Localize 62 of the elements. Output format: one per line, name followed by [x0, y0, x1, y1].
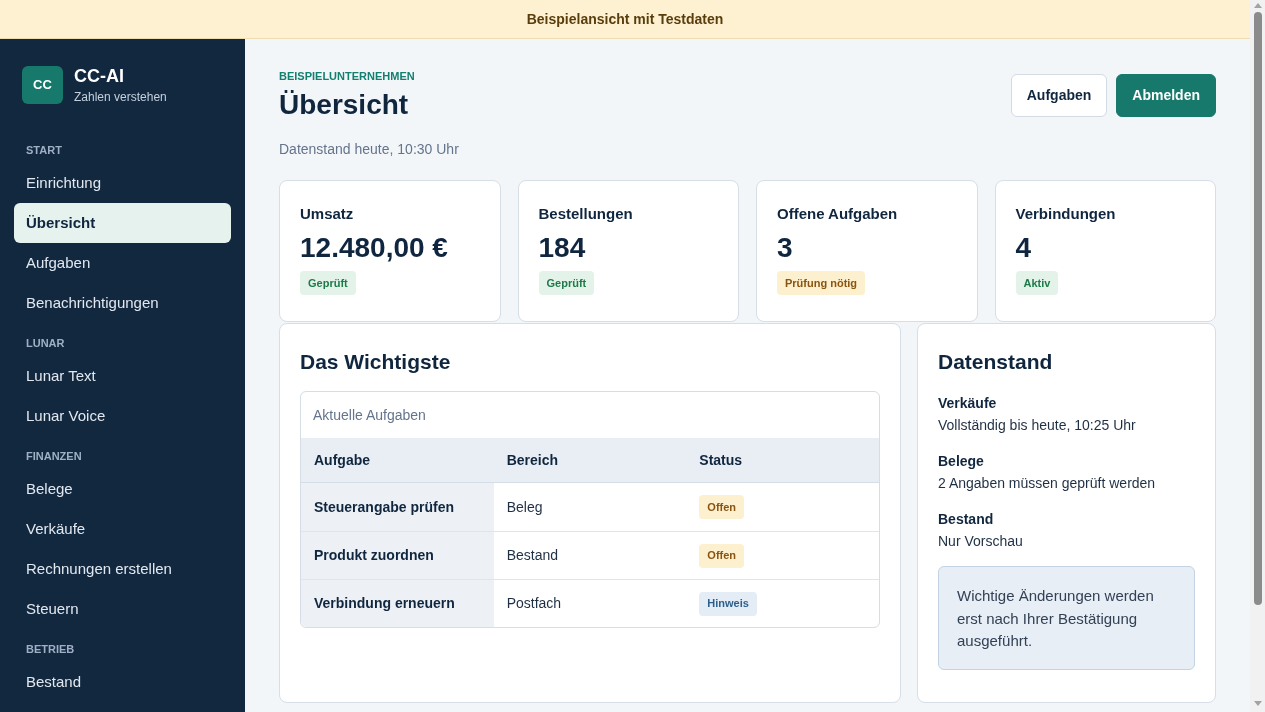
stat-title: Bestellungen [538, 204, 633, 224]
app-name: CC-AI [74, 65, 125, 87]
column-header: Status [699, 450, 743, 470]
stat-value: 12.480,00 € [300, 231, 448, 265]
section-heading: START [26, 144, 62, 156]
notice-text: Wichtige Änderungen werden erst nach Ihrer Bestätigung ausgeführt. [957, 586, 1155, 651]
header-button[interactable]: Aufgaben [1010, 74, 1108, 117]
status-badge: Geprüft [300, 271, 356, 296]
column-header: Aufgabe [314, 450, 370, 470]
scroll-down-arrow-icon[interactable] [1253, 701, 1262, 706]
nav-item[interactable]: Belege [14, 469, 231, 509]
section-heading: LUNAR [26, 337, 65, 349]
status-badge: Hinweis [699, 591, 757, 616]
page-title: Übersicht [279, 88, 410, 122]
stat-title: Offene Aufgaben [777, 204, 898, 224]
area-cell-text: Bestand [505, 546, 560, 565]
nav-item[interactable]: Steuern [14, 589, 231, 629]
nav-item[interactable]: Aufgaben [14, 243, 231, 283]
scrollbar-thumb[interactable] [1253, 12, 1262, 605]
task-cell: Steuerangabe prüfen [301, 483, 494, 531]
status-badge: Geprüft [538, 271, 595, 296]
status-value: Nur Vorschau [938, 532, 1024, 551]
task-cell: Verbindung erneuern [301, 580, 494, 627]
nav-item[interactable]: Lunar Text [14, 356, 231, 396]
nav-item[interactable]: Übersicht [14, 203, 231, 243]
status-value: Vollständig bis heute, 10:25 Uhr [938, 416, 1137, 435]
status-label: Verkäufe [938, 394, 998, 413]
nav-item[interactable]: Verkäufe [14, 509, 231, 549]
card-title: Datenstand [938, 349, 1054, 375]
stat-value: 3 [777, 231, 793, 265]
app-tagline: Zahlen verstehen [74, 89, 167, 105]
nav-item[interactable]: Benachrichtigungen [14, 283, 231, 323]
status-value: 2 Angaben müssen geprüft werden [938, 474, 1157, 493]
page-subtitle: Datenstand heute, 10:30 Uhr [279, 140, 459, 158]
status-badge: Aktiv [1015, 271, 1059, 296]
column-header: Bereich [506, 450, 558, 470]
status-label: Belege [938, 452, 985, 471]
stat-value: 184 [538, 231, 586, 265]
section-heading: FINANZEN [26, 450, 82, 462]
status-badge: Offen [699, 543, 745, 568]
banner-text: Beispielansicht mit Testdaten [526, 9, 724, 29]
nav-item[interactable]: Einrichtung [14, 163, 231, 203]
status-badge: Offen [699, 495, 745, 519]
nav-item[interactable]: Bestand [14, 662, 231, 702]
task-cell: Produkt zuordnen [301, 532, 494, 579]
status-badge: Prüfung nötig [777, 271, 866, 296]
area-cell-text: Beleg [505, 497, 544, 517]
nav-item[interactable]: Rechnungen erstellen [14, 549, 231, 589]
table-caption: Aktuelle Aufgaben [313, 405, 426, 425]
area-cell-text: Postfach [505, 594, 563, 613]
scrollbar[interactable] [1250, 0, 1265, 712]
stat-title: Verbindungen [1015, 204, 1116, 224]
scroll-up-arrow-icon[interactable] [1253, 3, 1262, 8]
card-title: Das Wichtigste [300, 349, 452, 375]
nav-item[interactable]: Lunar Voice [14, 396, 231, 436]
section-heading: BETRIEB [26, 643, 75, 655]
status-label: Bestand [938, 510, 995, 529]
header-button[interactable]: Abmelden [1116, 74, 1216, 117]
stat-title: Umsatz [300, 204, 354, 224]
stat-value: 4 [1015, 231, 1032, 265]
logo-mark: CC [22, 66, 63, 104]
company-label: BEISPIELUNTERNEHMEN [279, 69, 416, 83]
